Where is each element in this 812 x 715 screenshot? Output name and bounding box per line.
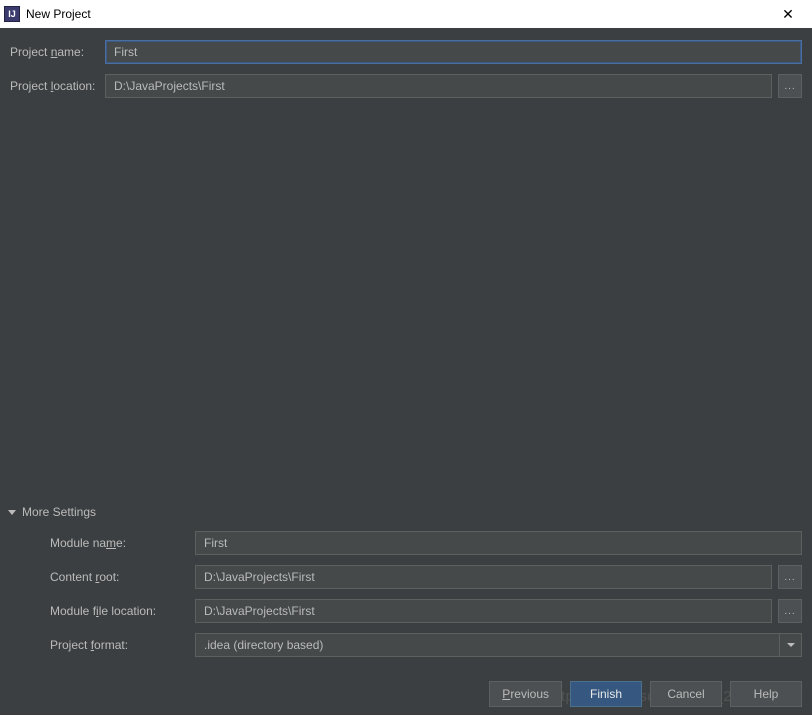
dropdown-arrow-icon: [779, 634, 801, 656]
project-format-value: .idea (directory based): [204, 638, 323, 652]
close-icon[interactable]: ✕: [768, 0, 808, 28]
project-format-select[interactable]: .idea (directory based): [195, 633, 802, 657]
window-title: New Project: [26, 7, 768, 21]
module-name-label: Module name:: [32, 536, 195, 550]
titlebar: IJ New Project ✕: [0, 0, 812, 28]
browse-content-root-button[interactable]: ...: [778, 565, 802, 589]
project-location-label: Project location:: [10, 79, 105, 93]
browse-project-location-button[interactable]: ...: [778, 74, 802, 98]
cancel-button[interactable]: Cancel: [650, 681, 722, 707]
project-name-label: Project name:: [10, 45, 105, 59]
app-icon: IJ: [4, 6, 20, 22]
module-name-input[interactable]: [195, 531, 802, 555]
footer-buttons: Previous Finish Cancel Help: [489, 681, 802, 707]
help-button[interactable]: Help: [730, 681, 802, 707]
project-name-input[interactable]: [105, 40, 802, 64]
more-settings-toggle[interactable]: More Settings: [8, 505, 802, 519]
content-root-input[interactable]: [195, 565, 772, 589]
finish-button[interactable]: Finish: [570, 681, 642, 707]
more-settings-label: More Settings: [22, 505, 96, 519]
project-location-input[interactable]: [105, 74, 772, 98]
previous-button[interactable]: Previous: [489, 681, 562, 707]
content-root-label: Content root:: [32, 570, 195, 584]
chevron-down-icon: [8, 510, 16, 515]
module-file-location-label: Module file location:: [32, 604, 195, 618]
browse-module-file-location-button[interactable]: ...: [778, 599, 802, 623]
module-file-location-input[interactable]: [195, 599, 772, 623]
project-format-label: Project format:: [32, 638, 195, 652]
